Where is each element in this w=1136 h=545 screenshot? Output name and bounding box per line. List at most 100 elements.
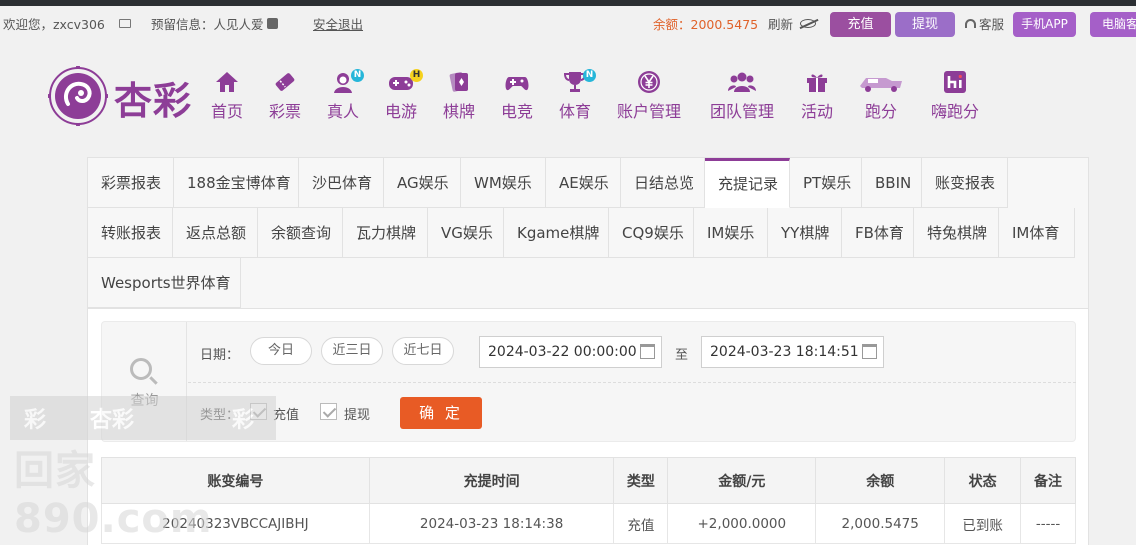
col-status: 状态 (944, 457, 1022, 504)
yen-coin-icon (614, 70, 684, 94)
refresh-link[interactable]: 刷新 (768, 6, 793, 44)
withdraw-checkbox[interactable] (320, 403, 337, 420)
nav-slots[interactable]: H 电游 (382, 69, 423, 122)
tab-rebate-total[interactable]: 返点总额 (173, 208, 258, 258)
tab-wali-chess[interactable]: 瓦力棋牌 (343, 208, 428, 258)
tab-lottery-report[interactable]: 彩票报表 (88, 158, 174, 208)
lottery-ticket-icon (266, 70, 304, 94)
nav-paofen-label: 跑分 (864, 102, 897, 121)
tab-pt[interactable]: PT娱乐 (790, 158, 862, 208)
nav-esports-label: 电竞 (500, 102, 533, 121)
tab-ag[interactable]: AG娱乐 (384, 158, 461, 208)
nav-hi-paofen[interactable]: 嗨跑分 (928, 70, 982, 122)
tab-transfer-report[interactable]: 转账报表 (88, 208, 173, 258)
recharge-button[interactable]: 充值 (830, 12, 891, 37)
col-amount: 金额/元 (667, 457, 817, 504)
hi-icon (928, 70, 982, 94)
tab-account-change-report[interactable]: 账变报表 (922, 158, 1008, 208)
nav-chess-label: 棋牌 (442, 102, 475, 121)
tab-vg[interactable]: VG娱乐 (428, 208, 504, 258)
mail-icon[interactable] (119, 6, 131, 44)
quick-7days-button[interactable]: 近七日 (392, 337, 454, 365)
tab-saba-sports[interactable]: 沙巴体育 (299, 158, 384, 208)
nav-team[interactable]: 团队管理 (707, 70, 777, 122)
tab-fb-sports[interactable]: FB体育 (842, 208, 914, 258)
cell-remark: ----- (1020, 503, 1076, 544)
cards-icon (440, 70, 478, 94)
col-transaction-id: 账变编号 (101, 457, 370, 504)
confirm-button[interactable]: 确 定 (400, 397, 482, 429)
tab-wm[interactable]: WM娱乐 (461, 158, 546, 208)
tab-bbin[interactable]: BBIN (862, 158, 922, 208)
watermark-glyph: 彩 (24, 408, 47, 433)
nav-esports[interactable]: 电竞 (498, 70, 536, 122)
tab-ae[interactable]: AE娱乐 (546, 158, 621, 208)
tab-cq9[interactable]: CQ9娱乐 (609, 208, 694, 258)
quick-3days-button[interactable]: 近三日 (321, 337, 383, 365)
tab-im-sports[interactable]: IM体育 (999, 208, 1075, 258)
nav-hi-paofen-label: 嗨跑分 (930, 102, 979, 121)
end-date-value: 2024-03-23 18:14:51 (710, 344, 859, 360)
calendar-icon[interactable] (862, 344, 877, 359)
cell-transaction-id: 20240323VBCCAJIBHJ (101, 503, 370, 544)
nav-account-label: 账户管理 (616, 102, 681, 121)
withdraw-button[interactable]: 提现 (895, 12, 955, 37)
tab-daily-summary[interactable]: 日结总览 (621, 158, 705, 208)
cell-balance: 2,000.5475 (815, 503, 946, 544)
nav-sports-label: 体育 (558, 102, 591, 121)
nav-home-label: 首页 (210, 102, 243, 121)
nav-lottery-label: 彩票 (268, 102, 301, 121)
withdraw-checkbox-label: 提现 (344, 408, 371, 423)
pc-client-button[interactable]: 电脑客 (1090, 12, 1136, 37)
search-icon (130, 358, 152, 380)
start-date-value: 2024-03-22 00:00:00 (488, 344, 637, 360)
live-dealer-icon: N (328, 69, 364, 94)
hide-eye-icon[interactable] (800, 6, 816, 44)
nav-team-label: 团队管理 (709, 102, 774, 121)
start-date-input[interactable]: 2024-03-22 00:00:00 (479, 336, 662, 368)
customer-service-link[interactable]: 客服 (965, 6, 1004, 44)
table-header-row: 账变编号 充提时间 类型 金额/元 余额 状态 备注 (101, 457, 1076, 504)
site-logo[interactable]: 杏彩 (48, 66, 204, 126)
nav-events[interactable]: 活动 (798, 70, 836, 122)
tab-wesports[interactable]: Wesports世界体育 (88, 258, 241, 308)
tab-balance-query[interactable]: 余额查询 (258, 208, 343, 258)
nav-account[interactable]: 账户管理 (614, 70, 684, 122)
tab-tetu-chess[interactable]: 特兔棋牌 (914, 208, 999, 258)
welcome-text: 欢迎您，zxcv306 (3, 17, 105, 32)
logout-link[interactable]: 安全退出 (313, 6, 363, 44)
nav-chess[interactable]: 棋牌 (440, 70, 478, 122)
records-table: 账变编号 充提时间 类型 金额/元 余额 状态 备注 20240323VBCCA… (101, 457, 1076, 544)
tab-deposit-withdraw-records[interactable]: 充提记录 (705, 158, 790, 208)
nav-sports[interactable]: N 体育 (556, 69, 596, 122)
edit-icon[interactable] (266, 18, 278, 29)
mobile-app-button[interactable]: 手机APP (1013, 12, 1076, 37)
nav-home[interactable]: 首页 (208, 70, 246, 122)
report-panel: 彩票报表 188金宝博体育 沙巴体育 AG娱乐 WM娱乐 AE娱乐 日结总览 充… (87, 157, 1089, 545)
recharge-checkbox-label: 充值 (273, 408, 300, 423)
tab-188-sports[interactable]: 188金宝博体育 (174, 158, 299, 208)
col-time: 充提时间 (368, 457, 615, 504)
end-date-input[interactable]: 2024-03-23 18:14:51 (701, 336, 884, 368)
tab-yy-chess[interactable]: YY棋牌 (768, 208, 842, 258)
col-balance: 余额 (815, 457, 946, 504)
recharge-checkbox[interactable] (250, 403, 267, 420)
query-filter: 查询 日期： 今日 近三日 近七日 2024-03-22 00:00:00 至 … (101, 321, 1076, 442)
nav-lottery[interactable]: 彩票 (266, 70, 304, 122)
query-button[interactable]: 查询 (102, 322, 187, 441)
nav-slots-label: 电游 (384, 102, 417, 121)
new-badge: N (583, 69, 596, 82)
calendar-icon[interactable] (640, 344, 655, 359)
nav-live[interactable]: N 真人 (324, 69, 364, 122)
nav-paofen[interactable]: 跑分 (856, 70, 906, 122)
new-badge: N (351, 69, 364, 82)
quick-today-button[interactable]: 今日 (250, 337, 312, 365)
team-icon (707, 70, 777, 94)
col-remark: 备注 (1020, 457, 1076, 504)
type-label: 类型： (200, 408, 240, 423)
tab-kgame-chess[interactable]: Kgame棋牌 (504, 208, 609, 258)
query-label: 查询 (130, 393, 159, 409)
col-type: 类型 (613, 457, 669, 504)
esports-controller-icon (498, 70, 536, 94)
tab-im-entertainment[interactable]: IM娱乐 (694, 208, 768, 258)
